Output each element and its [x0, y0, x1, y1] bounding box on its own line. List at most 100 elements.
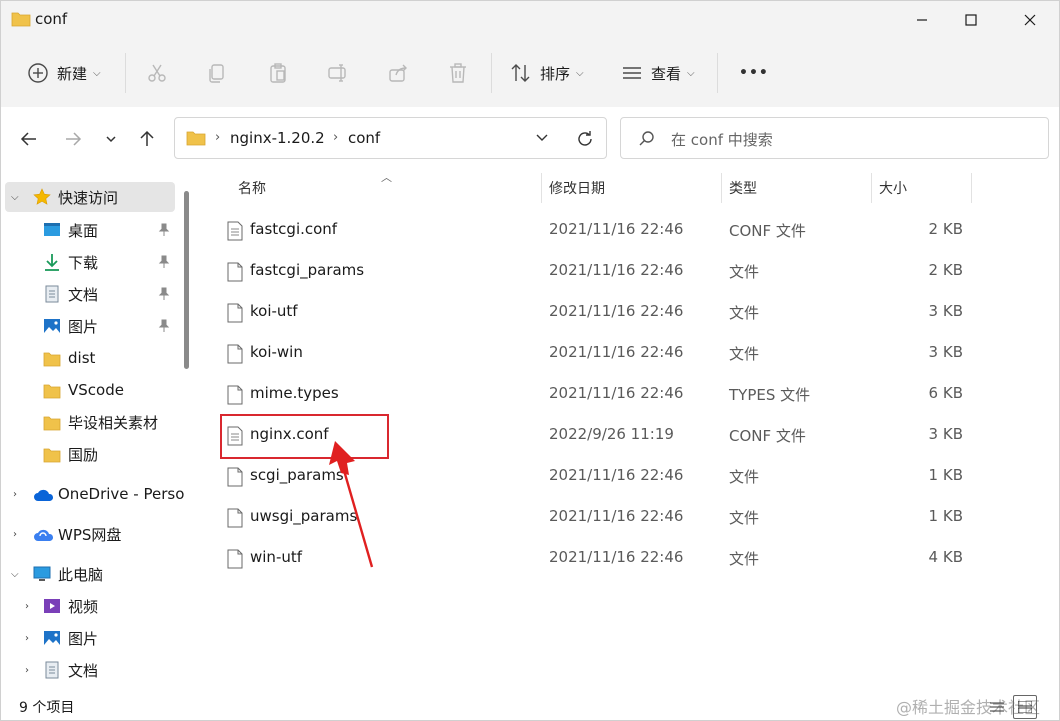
nav-item-pc-pictures[interactable]: › 图片 — [1, 623, 185, 653]
share-button[interactable] — [387, 39, 409, 107]
breadcrumb-item[interactable]: nginx-1.20.2 — [230, 129, 325, 147]
explorer-window: conf 新建 ⌵ 排序 ⌵ 查看 ⌵ ••• › nginx-1.20.2 ›… — [0, 0, 1060, 721]
video-icon — [44, 599, 60, 613]
file-name: fastcgi.conf — [250, 220, 338, 238]
rename-icon — [328, 64, 346, 82]
title-bar[interactable]: conf — [1, 1, 1059, 39]
file-row[interactable]: fastcgi_params 2021/11/16 22:46 文件 2 KB — [219, 251, 977, 291]
details-view-icon — [990, 702, 1004, 712]
file-row[interactable]: mime.types 2021/11/16 22:46 TYPES 文件 6 KB — [219, 374, 977, 414]
column-header-size[interactable]: 大小 — [879, 169, 907, 207]
column-divider[interactable] — [541, 173, 542, 203]
new-button[interactable]: 新建 ⌵ — [27, 39, 101, 107]
nav-item-thesis-materials[interactable]: 毕设相关素材 — [1, 407, 185, 437]
cut-button[interactable] — [146, 39, 168, 107]
pin-icon[interactable] — [158, 255, 170, 269]
file-type: 文件 — [729, 550, 760, 568]
pin-icon[interactable] — [158, 287, 170, 301]
file-row[interactable]: fastcgi.conf 2021/11/16 22:46 CONF 文件 2 KB — [219, 210, 977, 250]
chevron-right-icon: › — [13, 488, 17, 500]
command-bar: 新建 ⌵ 排序 ⌵ 查看 ⌵ ••• — [1, 39, 1059, 107]
computer-icon — [33, 566, 51, 581]
chevron-down-icon: ⌵ — [93, 67, 101, 79]
nav-item-downloads[interactable]: 下载 — [1, 247, 185, 277]
nav-item-label: 此电脑 — [58, 565, 104, 584]
pin-icon[interactable] — [158, 223, 170, 237]
column-divider[interactable] — [871, 173, 872, 203]
chevron-down-icon[interactable] — [535, 132, 549, 144]
file-date: 2021/11/16 22:46 — [549, 548, 684, 566]
rename-button[interactable] — [327, 39, 349, 107]
file-size: 3 KB — [928, 343, 963, 361]
item-count: 9 个项目 — [19, 700, 75, 716]
chevron-right-icon: › — [215, 130, 221, 145]
search-icon — [639, 131, 654, 146]
nav-item-desktop[interactable]: 桌面 — [1, 215, 185, 245]
nav-item-pictures[interactable]: 图片 — [1, 311, 185, 341]
file-size: 3 KB — [928, 302, 963, 320]
desktop-icon — [44, 223, 60, 236]
nav-item-onedrive[interactable]: › OneDrive - Perso — [1, 479, 185, 509]
column-header-date[interactable]: 修改日期 — [549, 169, 605, 207]
paste-button[interactable] — [267, 39, 289, 107]
recent-locations-button[interactable] — [97, 125, 125, 153]
file-type: 文件 — [729, 509, 760, 527]
tiles-view-icon — [1018, 701, 1032, 713]
nav-item-label: 下载 — [68, 253, 99, 272]
copy-button[interactable] — [206, 39, 228, 107]
clipboard-icon — [270, 63, 286, 83]
back-button[interactable] — [15, 125, 43, 153]
column-divider[interactable] — [721, 173, 722, 203]
view-button[interactable]: 查看 ⌵ — [621, 39, 695, 107]
maximize-button[interactable] — [948, 1, 994, 39]
search-input[interactable]: 在 conf 中搜索 — [620, 117, 1049, 159]
chevron-right-icon: › — [13, 528, 17, 540]
sort-button[interactable]: 排序 ⌵ — [510, 39, 584, 107]
toolbar-divider — [125, 53, 126, 93]
star-icon — [33, 188, 51, 205]
file-row[interactable]: koi-utf 2021/11/16 22:46 文件 3 KB — [219, 292, 977, 332]
blank-file-icon — [227, 467, 243, 487]
address-bar[interactable]: › nginx-1.20.2 › conf — [174, 117, 607, 159]
file-name: win-utf — [250, 548, 303, 566]
nav-item-pc-documents[interactable]: › 文档 — [1, 655, 185, 685]
file-size: 2 KB — [928, 261, 963, 279]
blank-file-icon — [227, 385, 243, 405]
copy-icon — [209, 64, 224, 83]
nav-item-wps[interactable]: › WPS网盘 — [1, 519, 185, 549]
pin-icon[interactable] — [158, 319, 170, 333]
nav-item-documents[interactable]: 文档 — [1, 279, 185, 309]
tiles-view-button[interactable] — [1013, 695, 1037, 719]
nav-item-videos[interactable]: › 视频 — [1, 591, 185, 621]
column-header-type[interactable]: 类型 — [729, 169, 757, 207]
breadcrumb-item[interactable]: conf — [348, 129, 380, 147]
up-button[interactable] — [133, 125, 161, 153]
nav-item-vscode[interactable]: VScode — [1, 375, 185, 405]
nav-item-this-pc[interactable]: ⌵ 此电脑 — [1, 559, 185, 589]
delete-button[interactable] — [447, 39, 469, 107]
nav-item-guoli[interactable]: 国励 — [1, 439, 185, 469]
text-file-icon — [227, 221, 243, 241]
nav-scrollbar[interactable] — [184, 191, 189, 369]
address-row: › nginx-1.20.2 › conf 在 conf 中搜索 — [1, 107, 1059, 169]
file-size: 1 KB — [928, 507, 963, 525]
file-row[interactable]: koi-win 2021/11/16 22:46 文件 3 KB — [219, 333, 977, 373]
annotation-arrow — [329, 441, 374, 568]
nav-item-dist[interactable]: dist — [1, 343, 185, 373]
nav-item-quick-access[interactable]: ⌵ 快速访问 — [5, 182, 175, 212]
nav-item-label: OneDrive - Perso — [58, 485, 185, 503]
nav-item-label: 图片 — [68, 317, 99, 336]
file-type: 文件 — [729, 468, 760, 486]
refresh-icon[interactable] — [575, 129, 595, 149]
document-icon — [45, 285, 59, 303]
details-view-button[interactable] — [985, 695, 1009, 719]
column-header-name[interactable]: 名称 — [238, 169, 266, 207]
pictures-icon — [44, 319, 60, 333]
close-button[interactable] — [1007, 1, 1053, 39]
folder-icon — [43, 416, 61, 431]
column-divider[interactable] — [971, 173, 972, 203]
forward-button[interactable] — [59, 125, 87, 153]
view-list-icon — [623, 67, 641, 79]
more-button[interactable]: ••• — [739, 39, 769, 107]
minimize-button[interactable] — [899, 1, 945, 39]
